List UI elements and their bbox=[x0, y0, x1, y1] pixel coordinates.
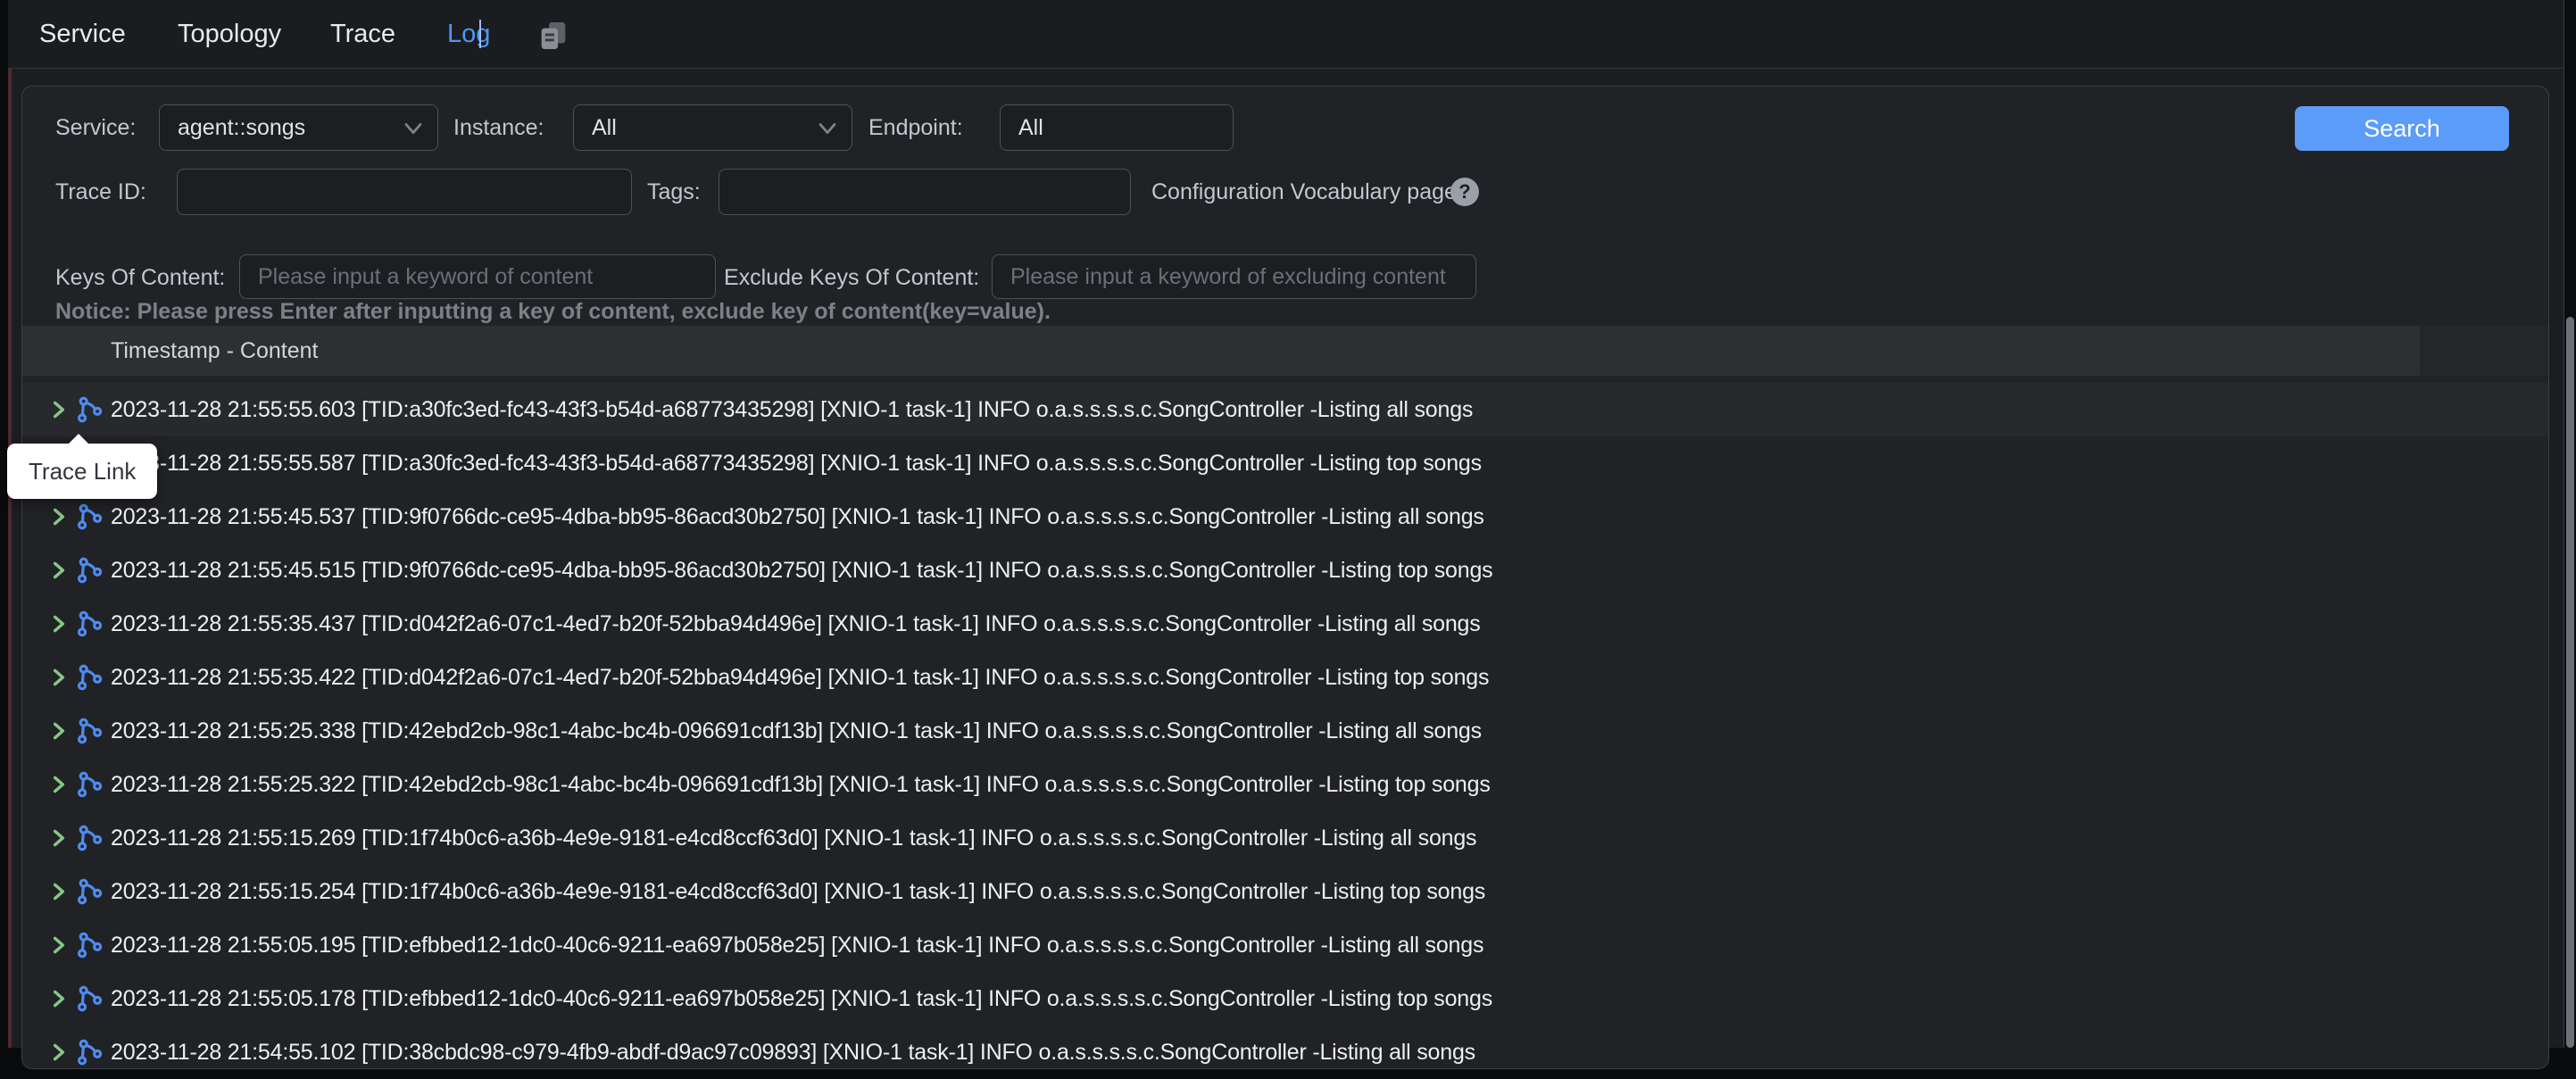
exclude-keys-input[interactable]: Please input a keyword of excluding cont… bbox=[992, 254, 1476, 299]
log-content: 2023-11-28 21:55:15.254 [TID:1f74b0c6-a3… bbox=[111, 865, 1485, 918]
log-row: 2023-11-28 21:55:55.603 [TID:a30fc3ed-fc… bbox=[22, 383, 2548, 436]
exclude-keys-label: Exclude Keys Of Content: bbox=[724, 254, 979, 301]
chevron-down-icon bbox=[403, 121, 423, 136]
expand-chevron-icon[interactable] bbox=[47, 880, 71, 903]
endpoint-input[interactable]: All bbox=[1000, 104, 1234, 151]
scrollbar-thumb[interactable] bbox=[2566, 317, 2574, 1048]
trace-link-icon[interactable] bbox=[74, 663, 103, 692]
expand-chevron-icon[interactable] bbox=[47, 666, 71, 689]
table-header-label: Timestamp - Content bbox=[111, 326, 318, 376]
log-content: 2023-11-28 21:55:35.437 [TID:d042f2a6-07… bbox=[111, 597, 1481, 651]
log-row: 2023-11-28 21:55:55.587 [TID:a30fc3ed-fc… bbox=[22, 436, 2548, 490]
trace-link-icon[interactable] bbox=[74, 824, 103, 852]
expand-chevron-icon[interactable] bbox=[47, 934, 71, 957]
log-content: 2023-11-28 21:55:05.178 [TID:efbbed12-1d… bbox=[111, 972, 1492, 1025]
log-row: 2023-11-28 21:55:25.338 [TID:42ebd2cb-98… bbox=[22, 704, 2548, 758]
log-row: 2023-11-28 21:55:35.437 [TID:d042f2a6-07… bbox=[22, 597, 2548, 651]
log-row: 2023-11-28 21:55:05.195 [TID:efbbed12-1d… bbox=[22, 918, 2548, 972]
log-content: 2023-11-28 21:55:45.537 [TID:9f0766dc-ce… bbox=[111, 490, 1484, 544]
trace-link-icon[interactable] bbox=[74, 931, 103, 959]
configuration-vocabulary-link[interactable]: Configuration Vocabulary page bbox=[1151, 169, 1457, 215]
endpoint-label: Endpoint: bbox=[868, 104, 963, 151]
expand-chevron-icon[interactable] bbox=[47, 398, 71, 421]
trace-link-icon[interactable] bbox=[74, 1038, 103, 1067]
log-content: 2023-11-28 21:55:25.338 [TID:42ebd2cb-98… bbox=[111, 704, 1482, 758]
log-content: 2023-11-28 21:54:55.102 [TID:38cbdc98-c9… bbox=[111, 1025, 1475, 1079]
text-cursor bbox=[479, 20, 481, 48]
service-label: Service: bbox=[55, 104, 136, 151]
trace-id-input[interactable] bbox=[177, 169, 632, 215]
expand-chevron-icon[interactable] bbox=[47, 987, 71, 1010]
help-icon[interactable]: ? bbox=[1450, 178, 1479, 206]
log-content: 2023-11-28 21:55:45.515 [TID:9f0766dc-ce… bbox=[111, 544, 1492, 597]
log-content: 2023-11-28 21:55:55.587 [TID:a30fc3ed-fc… bbox=[111, 436, 1482, 490]
expand-chevron-icon[interactable] bbox=[47, 505, 71, 528]
trace-link-icon[interactable] bbox=[74, 556, 103, 585]
log-row: 2023-11-28 21:55:45.515 [TID:9f0766dc-ce… bbox=[22, 544, 2548, 597]
log-row: 2023-11-28 21:55:25.322 [TID:42ebd2cb-98… bbox=[22, 758, 2548, 811]
tags-label: Tags: bbox=[647, 169, 701, 215]
table-header-tail bbox=[2420, 326, 2548, 376]
trace-link-icon[interactable] bbox=[74, 984, 103, 1013]
keys-of-content-input[interactable]: Please input a keyword of content bbox=[239, 254, 716, 299]
expand-chevron-icon[interactable] bbox=[47, 612, 71, 635]
expand-chevron-icon[interactable] bbox=[47, 826, 71, 850]
log-row: 2023-11-28 21:55:05.178 [TID:efbbed12-1d… bbox=[22, 972, 2548, 1025]
nav-tab-service[interactable]: Service bbox=[39, 0, 126, 68]
tooltip-arrow bbox=[68, 434, 89, 444]
chevron-down-icon bbox=[818, 121, 837, 136]
trace-link-icon[interactable] bbox=[74, 502, 103, 531]
instance-select-value: All bbox=[592, 115, 617, 140]
expand-chevron-icon[interactable] bbox=[47, 1041, 71, 1064]
log-content: 2023-11-28 21:55:05.195 [TID:efbbed12-1d… bbox=[111, 918, 1483, 972]
top-navigation: Service Topology Trace Log bbox=[8, 0, 2564, 69]
trace-link-icon[interactable] bbox=[74, 395, 103, 424]
keys-of-content-placeholder: Please input a keyword of content bbox=[258, 264, 593, 289]
tooltip-text: Trace Link bbox=[29, 458, 136, 485]
trace-link-icon[interactable] bbox=[74, 770, 103, 799]
expand-chevron-icon[interactable] bbox=[47, 719, 71, 743]
window-left-accent bbox=[8, 0, 12, 1048]
nav-tab-topology[interactable]: Topology bbox=[178, 0, 281, 68]
log-content: 2023-11-28 21:55:35.422 [TID:d042f2a6-07… bbox=[111, 651, 1489, 704]
exclude-keys-placeholder: Please input a keyword of excluding cont… bbox=[1010, 264, 1446, 289]
trace-link-icon[interactable] bbox=[74, 717, 103, 745]
instance-label: Instance: bbox=[453, 104, 544, 151]
trace-link-tooltip: Trace Link bbox=[7, 444, 157, 499]
log-row: 2023-11-28 21:55:15.254 [TID:1f74b0c6-a3… bbox=[22, 865, 2548, 918]
trace-link-icon[interactable] bbox=[74, 610, 103, 638]
scrollbar-track[interactable] bbox=[2564, 0, 2576, 1048]
nav-tab-log[interactable]: Log bbox=[447, 0, 490, 68]
keys-of-content-label: Keys Of Content: bbox=[55, 254, 225, 301]
nav-tab-log-label: Log bbox=[447, 20, 490, 48]
service-select[interactable]: agent::songs bbox=[159, 104, 438, 151]
expand-chevron-icon[interactable] bbox=[47, 559, 71, 582]
log-content: 2023-11-28 21:55:55.603 [TID:a30fc3ed-fc… bbox=[111, 383, 1473, 436]
table-header: Timestamp - Content bbox=[22, 326, 2420, 376]
log-row: 2023-11-28 21:55:15.269 [TID:1f74b0c6-a3… bbox=[22, 811, 2548, 865]
notice-text: Notice: Please press Enter after inputti… bbox=[55, 299, 1051, 325]
app-window: Service Topology Trace Log Service: agen… bbox=[8, 0, 2564, 1048]
tags-input[interactable] bbox=[719, 169, 1131, 215]
instance-select[interactable]: All bbox=[573, 104, 852, 151]
search-button[interactable]: Search bbox=[2295, 106, 2509, 151]
trace-link-icon[interactable] bbox=[74, 877, 103, 906]
log-content: 2023-11-28 21:55:15.269 [TID:1f74b0c6-a3… bbox=[111, 811, 1476, 865]
log-row: 2023-11-28 21:55:35.422 [TID:d042f2a6-07… bbox=[22, 651, 2548, 704]
expand-chevron-icon[interactable] bbox=[47, 773, 71, 796]
nav-tab-trace[interactable]: Trace bbox=[330, 0, 395, 68]
trace-id-label: Trace ID: bbox=[55, 169, 146, 215]
copy-document-icon[interactable] bbox=[536, 18, 571, 54]
endpoint-input-value: All bbox=[1018, 115, 1043, 140]
log-filter-panel: Service: agent::songs Instance: All Endp… bbox=[21, 86, 2549, 1069]
log-row: 2023-11-28 21:54:55.102 [TID:38cbdc98-c9… bbox=[22, 1025, 2548, 1079]
log-content: 2023-11-28 21:55:25.322 [TID:42ebd2cb-98… bbox=[111, 758, 1491, 811]
service-select-value: agent::songs bbox=[178, 115, 305, 140]
log-list: 2023-11-28 21:55:55.603 [TID:a30fc3ed-fc… bbox=[22, 383, 2548, 1079]
log-row: 2023-11-28 21:55:45.537 [TID:9f0766dc-ce… bbox=[22, 490, 2548, 544]
